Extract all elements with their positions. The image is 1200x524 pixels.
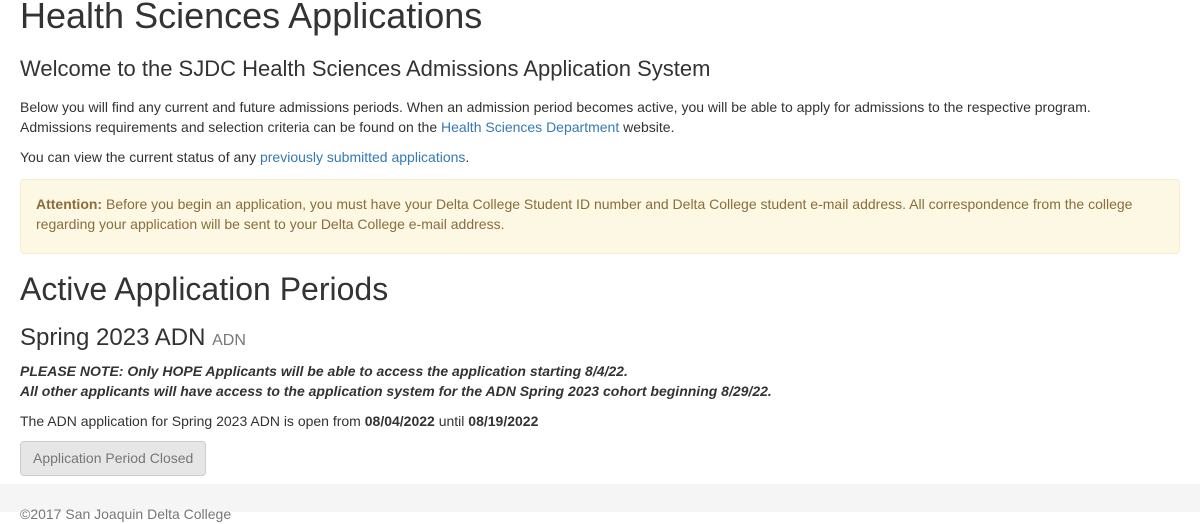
- intro-line-2-prefix: Admissions requirements and selection cr…: [20, 118, 442, 135]
- intro-paragraph: Below you will find any current and futu…: [20, 97, 1180, 137]
- period-note-line-1: PLEASE NOTE: Only HOPE Applicants will b…: [20, 363, 628, 380]
- intro-line-2-suffix: website.: [619, 118, 675, 135]
- application-period: Spring 2023 ADN ADN PLEASE NOTE: Only HO…: [20, 324, 1180, 476]
- status-suffix: .: [465, 148, 470, 165]
- attention-text: Before you begin an application, you mus…: [36, 195, 1133, 232]
- period-start-date: 08/04/2022: [364, 413, 435, 430]
- status-paragraph: You can view the current status of any p…: [20, 147, 1180, 167]
- intro-line-1: Below you will find any current and futu…: [20, 98, 1091, 115]
- footer-copyright: ©2017 San Joaquin Delta College: [20, 506, 232, 522]
- status-prefix: You can view the current status of any: [20, 148, 260, 165]
- period-dates: The ADN application for Spring 2023 ADN …: [20, 411, 1180, 431]
- period-title: Spring 2023 ADN ADN: [20, 324, 1180, 352]
- period-dates-middle: until: [434, 413, 469, 430]
- period-name: Spring 2023 ADN: [20, 324, 206, 352]
- period-note-line-2: All other applicants will have access to…: [20, 383, 772, 400]
- period-end-date: 08/19/2022: [468, 413, 539, 430]
- period-dates-prefix: The ADN application for Spring 2023 ADN …: [20, 413, 365, 430]
- attention-alert: Attention: Before you begin an applicati…: [20, 178, 1180, 254]
- attention-label: Attention:: [36, 195, 103, 212]
- application-period-closed-button[interactable]: Application Period Closed: [20, 441, 207, 476]
- main-content: Health Sciences Applications Welcome to …: [0, 0, 1200, 476]
- footer: ©2017 San Joaquin Delta College: [0, 484, 1200, 522]
- page-title: Health Sciences Applications: [20, 0, 483, 36]
- page-subtitle: Welcome to the SJDC Health Sciences Admi…: [20, 55, 711, 81]
- period-note: PLEASE NOTE: Only HOPE Applicants will b…: [20, 361, 1180, 401]
- health-sciences-department-link[interactable]: Health Sciences Department: [441, 119, 619, 135]
- active-periods-heading: Active Application Periods: [20, 270, 389, 307]
- previous-applications-link[interactable]: previously submitted applications: [260, 149, 465, 165]
- period-program-tag: ADN: [212, 332, 246, 350]
